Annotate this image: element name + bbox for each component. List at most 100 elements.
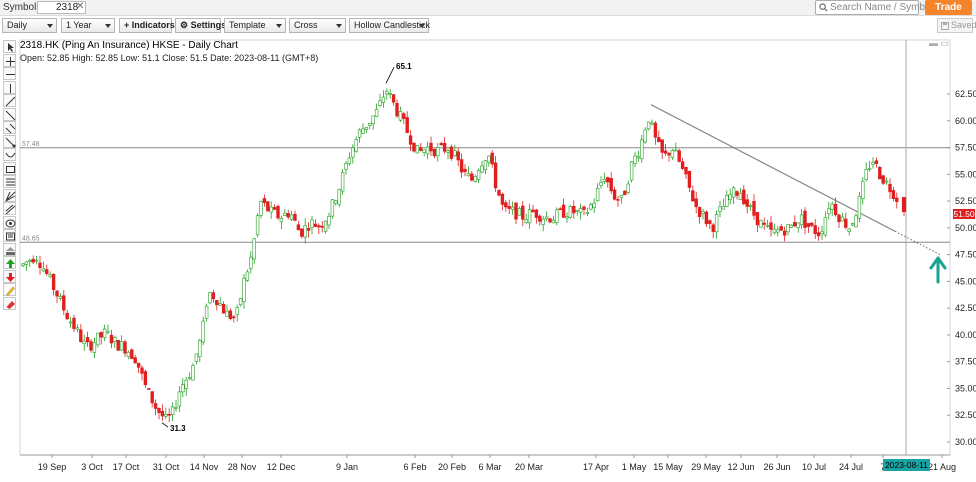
candle-up bbox=[721, 205, 726, 210]
candle-up bbox=[191, 365, 195, 381]
candle-down bbox=[572, 206, 576, 214]
x-axis-tick-label: 19 Sep bbox=[38, 462, 67, 472]
candle-down bbox=[211, 292, 216, 300]
candle-up bbox=[650, 122, 654, 125]
candle-up bbox=[351, 147, 355, 158]
candle-up bbox=[718, 206, 722, 212]
candle-down bbox=[816, 232, 821, 237]
y-axis-tick-label: 52.50 bbox=[955, 196, 976, 206]
plot-frame bbox=[19, 39, 951, 456]
candle-up bbox=[799, 214, 804, 226]
candle-up bbox=[578, 208, 583, 213]
candle-down bbox=[391, 94, 396, 103]
y-axis-tick-label: 60.00 bbox=[955, 116, 976, 126]
candle-down bbox=[742, 189, 746, 205]
candle-down bbox=[133, 357, 137, 364]
candle-down bbox=[663, 150, 668, 154]
candle-up bbox=[96, 332, 100, 346]
candle-up bbox=[34, 259, 39, 262]
candle-down bbox=[616, 199, 620, 201]
candle-up bbox=[589, 204, 593, 210]
candle-up bbox=[181, 384, 185, 393]
price-chart[interactable]: 62.50 60.00 57.50 55.00 52.50 50.00 47.50 45.00… bbox=[0, 0, 976, 482]
candle-down bbox=[408, 135, 413, 145]
candle-up bbox=[198, 340, 202, 357]
candle-up bbox=[820, 231, 824, 235]
candle-up bbox=[327, 216, 331, 226]
candle-up bbox=[58, 296, 63, 299]
trend-line-projection[interactable] bbox=[894, 230, 941, 256]
candle-up bbox=[636, 156, 641, 159]
candle-down bbox=[735, 191, 739, 196]
candle-up bbox=[633, 155, 637, 164]
candle-up bbox=[643, 129, 647, 143]
candle-down bbox=[837, 214, 841, 223]
candle-up bbox=[738, 192, 743, 200]
candle-down bbox=[653, 122, 658, 138]
candle-up bbox=[334, 200, 338, 204]
candle-down bbox=[262, 198, 267, 203]
candle-down bbox=[65, 312, 69, 320]
candle-down bbox=[167, 413, 171, 416]
candle-up bbox=[480, 165, 484, 173]
y-axis-tick-label: 40.00 bbox=[955, 330, 976, 340]
candle-up bbox=[371, 115, 375, 125]
candle-up bbox=[388, 93, 392, 95]
candle-up bbox=[283, 212, 287, 216]
up-arrow-annotation-icon bbox=[929, 256, 947, 284]
candle-down bbox=[680, 161, 685, 169]
candle-down bbox=[147, 388, 151, 390]
candle-up bbox=[364, 127, 369, 131]
candle-up bbox=[368, 123, 372, 126]
candle-up bbox=[259, 201, 263, 216]
candle-down bbox=[844, 218, 848, 228]
candle-down bbox=[609, 178, 613, 192]
candle-down bbox=[160, 410, 165, 417]
candle-up bbox=[544, 216, 549, 219]
candle-up bbox=[330, 199, 335, 217]
candle-up bbox=[483, 160, 488, 170]
candle-up bbox=[174, 406, 178, 409]
candle-up bbox=[68, 321, 73, 324]
candle-down bbox=[660, 139, 664, 153]
candle-down bbox=[684, 167, 688, 175]
candle-down bbox=[232, 316, 236, 319]
candle-up bbox=[867, 167, 872, 170]
candle-down bbox=[803, 210, 807, 228]
candle-up bbox=[728, 194, 732, 200]
x-axis-tick-label: 17 Apr bbox=[583, 462, 609, 472]
candle-down bbox=[521, 205, 525, 220]
candle-down bbox=[313, 223, 318, 227]
crosshair-date-badge: 2023-08-11 bbox=[883, 459, 930, 471]
candle-up bbox=[602, 178, 607, 182]
candle-down bbox=[51, 273, 56, 290]
candle-up bbox=[204, 305, 209, 319]
candle-down bbox=[895, 197, 899, 202]
candle-down bbox=[612, 189, 617, 200]
candle-up bbox=[674, 149, 678, 152]
candle-up bbox=[592, 202, 596, 209]
candle-down bbox=[72, 317, 76, 329]
candle-down bbox=[704, 211, 709, 225]
x-axis-tick-label: 12 Jun bbox=[727, 462, 754, 472]
candle-up bbox=[119, 341, 124, 351]
candle-up bbox=[415, 145, 420, 154]
candle-down bbox=[606, 177, 610, 183]
candle-up bbox=[595, 188, 600, 202]
candle-up bbox=[640, 139, 644, 160]
candle-down bbox=[769, 222, 773, 230]
candle-down bbox=[31, 258, 35, 263]
y-axis-tick-label: 57.50 bbox=[955, 143, 976, 153]
candle-down bbox=[286, 213, 290, 218]
candle-down bbox=[459, 159, 464, 173]
x-axis-tick-label: 15 May bbox=[653, 462, 683, 472]
candle-up bbox=[187, 377, 192, 380]
candle-up bbox=[748, 205, 753, 207]
candle-up bbox=[41, 268, 46, 272]
candle-down bbox=[833, 203, 838, 216]
candle-up bbox=[446, 150, 450, 153]
candle-down bbox=[810, 222, 814, 226]
candle-up bbox=[524, 219, 528, 224]
y-axis-tick-label: 55.00 bbox=[955, 169, 976, 179]
candle-down bbox=[221, 303, 226, 314]
